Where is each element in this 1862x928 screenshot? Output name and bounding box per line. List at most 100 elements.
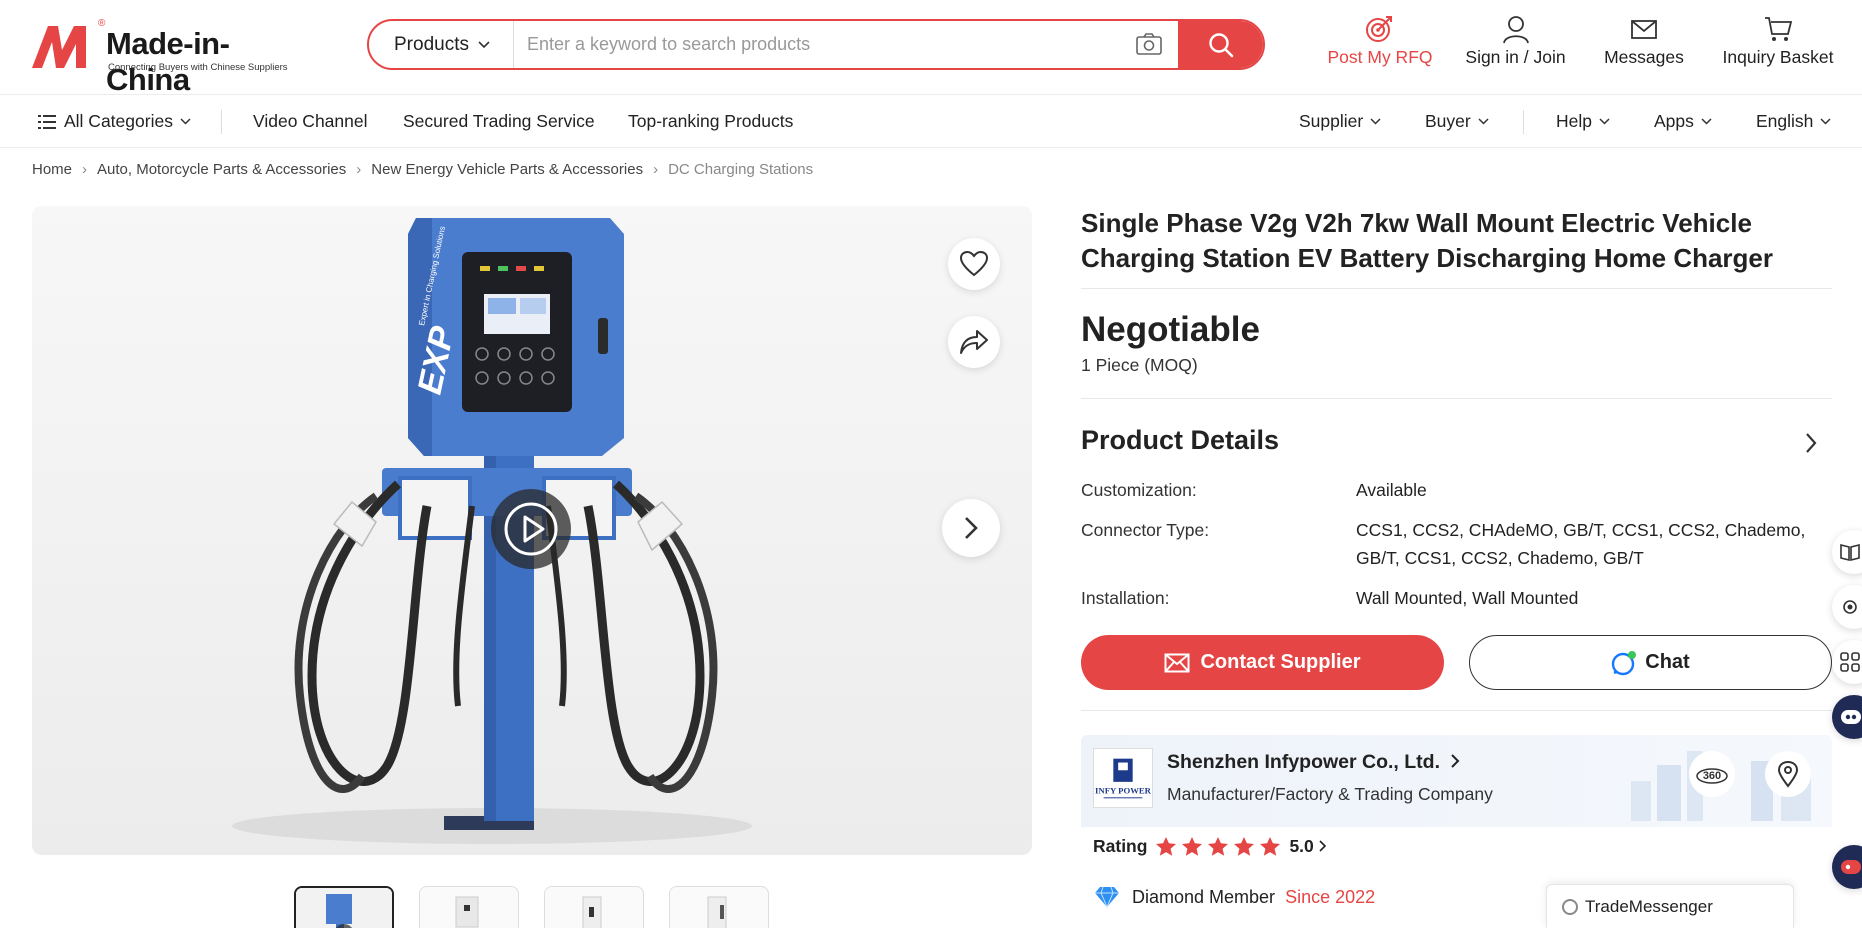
buyer-menu-label: Buyer (1425, 111, 1471, 131)
chat-button[interactable]: Chat (1469, 635, 1832, 690)
membership-badge[interactable]: Diamond Member Since 2022 (1094, 886, 1375, 908)
camera-icon[interactable] (1135, 32, 1163, 56)
rating-label: Rating (1093, 835, 1148, 856)
user-icon (1502, 16, 1529, 44)
chevron-down-icon (1599, 118, 1610, 125)
sign-in-label: Sign in / Join (1465, 47, 1566, 67)
supplier-name-link[interactable]: Shenzhen Infypower Co., Ltd. (1167, 751, 1460, 774)
spec-value-installation: Wall Mounted, Wall Mounted (1356, 588, 1579, 608)
logo-mark-icon (32, 26, 86, 68)
list-icon (38, 114, 56, 129)
divider (1081, 398, 1832, 399)
rating-value: 5.0 (1289, 835, 1314, 856)
trade-messenger-widget[interactable]: TradeMessenger (1546, 884, 1794, 928)
breadcrumb-new-energy[interactable]: New Energy Vehicle Parts & Accessories (371, 161, 643, 178)
mail-icon (1631, 20, 1657, 39)
favorite-button[interactable] (948, 238, 1000, 290)
chevron-right-icon (965, 517, 978, 539)
breadcrumb: Home › Auto, Motorcycle Parts & Accessor… (32, 161, 813, 178)
heart-icon (960, 251, 988, 277)
supplier-logo[interactable]: INFY POWER (1093, 748, 1153, 808)
tour-label: 360 (1703, 770, 1721, 782)
supplier-rating[interactable]: Rating 5.0 (1081, 827, 1832, 865)
spec-label-connector-type: Connector Type: (1081, 520, 1210, 540)
help-menu-label: Help (1556, 111, 1592, 131)
search-category-label: Products (394, 33, 469, 55)
side-assistant-button-2[interactable] (1832, 845, 1862, 889)
star-icon (1260, 836, 1281, 856)
chevron-right-icon (1451, 754, 1460, 768)
sign-in-link[interactable]: Sign in / Join (1458, 14, 1573, 74)
side-assistant-button[interactable] (1832, 695, 1862, 739)
all-categories-label: All Categories (64, 111, 173, 131)
chat-bubble-icon (1612, 650, 1637, 675)
breadcrumb-auto-parts[interactable]: Auto, Motorcycle Parts & Accessories (97, 161, 346, 178)
site-header: ® Made-in-China Connecting Buyers with C… (0, 0, 1862, 97)
product-moq: 1 Piece (MOQ) (1081, 355, 1198, 375)
nav-divider (1523, 110, 1524, 134)
divider (1081, 710, 1832, 711)
nav-buyer-menu[interactable]: Buyer (1425, 111, 1489, 132)
breadcrumb-home[interactable]: Home (32, 161, 72, 178)
contact-supplier-button[interactable]: Contact Supplier (1081, 635, 1444, 690)
search-button[interactable] (1178, 21, 1263, 68)
post-rfq-link[interactable]: Post My RFQ (1325, 14, 1435, 74)
main-nav: All Categories Video Channel Secured Tra… (0, 96, 1862, 148)
nav-video-channel[interactable]: Video Channel (253, 111, 368, 132)
product-gallery: EXP Expert in Charging Solutions (32, 206, 1032, 855)
nav-secured-trading[interactable]: Secured Trading Service (403, 111, 595, 132)
brand-logo[interactable]: ® Made-in-China Connecting Buyers with C… (30, 18, 310, 97)
chevron-down-icon (1820, 118, 1831, 125)
side-live-button[interactable] (1832, 585, 1862, 629)
apps-menu-label: Apps (1654, 111, 1694, 131)
broadcast-icon (1843, 600, 1857, 614)
product-title-line-1: Single Phase V2g V2h 7kw Wall Mount Elec… (1081, 208, 1752, 238)
thumbnail-1[interactable] (294, 886, 394, 928)
star-icon (1208, 836, 1229, 856)
diamond-icon (1095, 886, 1119, 908)
supplier-name: Shenzhen Infypower Co., Ltd. (1167, 751, 1440, 773)
search-category-select[interactable]: Products (369, 21, 514, 68)
play-video-button[interactable] (491, 489, 571, 569)
thumbnail-3[interactable] (544, 886, 644, 928)
cart-icon (1765, 17, 1793, 41)
star-icon (1234, 836, 1255, 856)
inquiry-basket-label: Inquiry Basket (1722, 47, 1834, 67)
breadcrumb-separator-icon: › (653, 161, 659, 178)
share-icon (960, 330, 988, 354)
supplier-location-button[interactable] (1765, 751, 1811, 797)
search-input[interactable] (515, 21, 1155, 68)
book-icon (1840, 543, 1860, 561)
thumbnail-2[interactable] (419, 886, 519, 928)
next-image-button[interactable] (942, 499, 1000, 557)
spec-value-connector-line-2: GB/T, CCS1, CCS2, Chademo, GB/T (1356, 548, 1644, 568)
share-button[interactable] (948, 316, 1000, 368)
chevron-down-icon (1370, 118, 1381, 125)
thumbnail-4[interactable] (669, 886, 769, 928)
top-ranking-label: Top-ranking Products (628, 111, 794, 131)
nav-apps-menu[interactable]: Apps (1654, 111, 1712, 132)
supplier-logo-text: INFY POWER (1095, 785, 1152, 795)
side-apps-button[interactable] (1832, 640, 1862, 684)
video-channel-label: Video Channel (253, 111, 368, 131)
virtual-tour-button[interactable]: 360 (1689, 751, 1735, 797)
registered-mark: ® (98, 18, 106, 29)
nav-top-ranking[interactable]: Top-ranking Products (628, 111, 793, 132)
spec-label-installation: Installation: (1081, 588, 1170, 608)
star-icon (1156, 836, 1177, 856)
chevron-right-icon[interactable] (1805, 432, 1817, 454)
breadcrumb-current[interactable]: DC Charging Stations (668, 161, 813, 178)
side-book-button[interactable] (1832, 530, 1862, 574)
product-price: Negotiable (1081, 310, 1260, 349)
messages-link[interactable]: Messages (1594, 14, 1694, 74)
nav-language-menu[interactable]: English (1756, 111, 1831, 132)
nav-help-menu[interactable]: Help (1556, 111, 1610, 132)
supplier-type: Manufacturer/Factory & Trading Company (1167, 784, 1493, 804)
chevron-down-icon (478, 40, 490, 48)
messenger-icon (1562, 898, 1578, 915)
contact-supplier-label: Contact Supplier (1200, 651, 1361, 673)
product-details-heading[interactable]: Product Details (1081, 425, 1279, 456)
all-categories-menu[interactable]: All Categories (38, 111, 191, 132)
inquiry-basket-link[interactable]: Inquiry Basket (1718, 14, 1838, 74)
nav-supplier-menu[interactable]: Supplier (1299, 111, 1381, 132)
